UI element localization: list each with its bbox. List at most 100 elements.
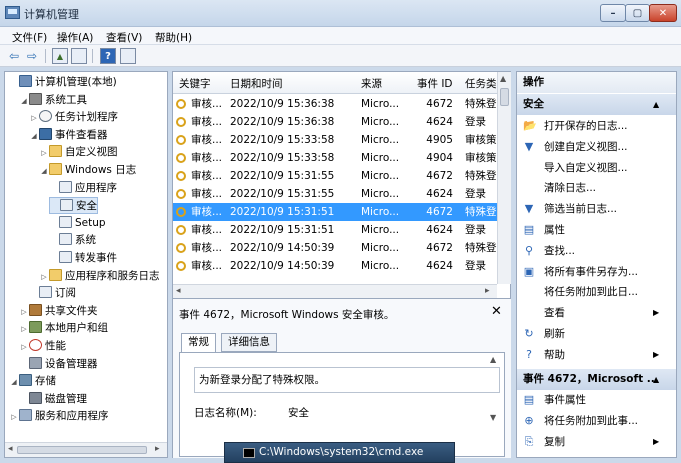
action-item[interactable]: ? 帮助 ▶ (517, 345, 676, 365)
col-datetime[interactable]: 日期和时间 (230, 76, 283, 91)
close-button[interactable]: ✕ (649, 4, 677, 22)
tree-item[interactable]: 转发事件 (49, 250, 117, 267)
tree-item[interactable]: ◢ Windows 日志 (39, 162, 136, 179)
action-item[interactable]: ⊕ 将任务附加到此事... (517, 411, 676, 431)
help-icon[interactable]: ? (100, 48, 116, 64)
action-item[interactable]: ▤ 属性 (517, 220, 676, 240)
table-cell: 特殊登 (465, 170, 497, 182)
menu-view[interactable]: 查看(V) (106, 30, 142, 45)
tree-item[interactable]: Setup (49, 215, 106, 232)
expand-arrow-icon[interactable]: ◢ (19, 93, 29, 110)
action-icon (523, 182, 535, 194)
action-item[interactable]: 📂 打开保存的日志... (517, 116, 676, 136)
expand-arrow-icon[interactable]: ◢ (29, 128, 39, 145)
expand-arrow-icon[interactable]: ▷ (39, 145, 49, 162)
show-hide-tree-icon[interactable] (71, 48, 87, 64)
tree-item[interactable]: ◢ 系统工具 (19, 92, 87, 109)
col-source[interactable]: 来源 (361, 76, 382, 91)
event-list-vertical-scrollbar[interactable]: ▲ (497, 72, 511, 284)
tree-item[interactable]: ▷ 本地用户和组 (19, 320, 108, 337)
tree-item[interactable]: 安全 (49, 197, 98, 215)
expand-arrow-icon[interactable]: ◢ (39, 163, 49, 180)
tree-item[interactable]: 计算机管理(本地) (9, 74, 117, 91)
action-item[interactable]: ▣ 将所有事件另存为... (517, 262, 676, 282)
minimize-button[interactable]: – (600, 4, 626, 22)
cmd-window-taskbar[interactable]: C:\Windows\system32\cmd.exe (224, 442, 455, 463)
scroll-right-icon[interactable]: ▸ (155, 444, 160, 454)
collapse-icon[interactable]: ▲ (653, 94, 659, 115)
action-label: 将任务附加到此日... (544, 286, 639, 299)
table-row[interactable]: 审核... 2022/10/9 15:31:51 Micro... 4624 登录 (173, 221, 497, 239)
action-item[interactable]: ⎘ 复制 ▶ (517, 432, 676, 452)
tree-item[interactable]: ▷ 应用程序和服务日志 (39, 268, 160, 285)
tree-item[interactable]: 应用程序 (49, 180, 117, 197)
left-horizontal-scrollbar[interactable]: ◂ ▸ (5, 442, 167, 457)
actions-section-event[interactable]: 事件 4672，Microsoft ... ▲ (517, 369, 676, 390)
show-hide-action-pane-icon[interactable] (120, 48, 136, 64)
scroll-up-icon[interactable]: ▲ (500, 74, 506, 83)
tree-item[interactable]: 系统 (49, 232, 96, 249)
menu-file[interactable]: 文件(F) (12, 30, 47, 45)
maximize-button[interactable]: ▢ (625, 4, 650, 22)
table-row[interactable]: 审核... 2022/10/9 15:31:51 Micro... 4672 特殊登 (173, 203, 497, 221)
actions-section-security[interactable]: 安全 ▲ (517, 94, 676, 115)
tree-item[interactable]: ▷ 服务和应用程序 (9, 408, 109, 425)
expand-arrow-icon[interactable]: ▷ (9, 409, 19, 426)
table-row[interactable]: 审核... 2022/10/9 15:36:38 Micro... 4672 特殊登 (173, 95, 497, 113)
col-event-id[interactable]: 事件 ID (417, 76, 453, 91)
up-level-icon[interactable]: ▲ (52, 48, 68, 64)
event-scroll-thumb[interactable] (500, 88, 509, 106)
table-row[interactable]: 审核... 2022/10/9 14:50:39 Micro... 4672 特殊登 (173, 239, 497, 257)
action-item[interactable]: 查看 ▶ (517, 303, 676, 323)
expand-arrow-icon[interactable]: ◢ (9, 374, 19, 391)
back-arrow-icon[interactable]: ⇦ (6, 48, 22, 64)
action-item[interactable]: ⚲ 查找... (517, 241, 676, 261)
scroll-left-icon[interactable]: ◂ (8, 444, 13, 454)
tree-item[interactable]: ▷ 共享文件夹 (19, 303, 98, 320)
tree-item[interactable]: 设备管理器 (19, 356, 98, 373)
expand-arrow-icon[interactable]: ▷ (39, 269, 49, 286)
detail-scroll-up-icon[interactable]: ▲ (490, 355, 496, 364)
table-row[interactable]: 审核... 2022/10/9 15:31:55 Micro... 4672 特殊登 (173, 167, 497, 185)
scroll-left-icon[interactable]: ◂ (176, 286, 181, 296)
action-item[interactable]: 导入自定义视图... (517, 158, 676, 178)
table-row[interactable]: 审核... 2022/10/9 15:31:55 Micro... 4624 登录 (173, 185, 497, 203)
table-row[interactable]: 审核... 2022/10/9 15:36:38 Micro... 4624 登录 (173, 113, 497, 131)
scroll-right-icon[interactable]: ▸ (485, 286, 490, 296)
tree-item[interactable]: ▷ 任务计划程序 (29, 109, 118, 126)
tree-item[interactable]: ▷ 自定义视图 (39, 144, 118, 161)
action-item[interactable]: ▼ 创建自定义视图... (517, 137, 676, 157)
action-item[interactable]: ▤ 事件属性 (517, 390, 676, 410)
detail-scroll-down-icon[interactable]: ▼ (490, 413, 496, 422)
tree-item[interactable]: ◢ 存储 (9, 373, 56, 390)
tree-item[interactable]: 磁盘管理 (19, 391, 87, 408)
expand-arrow-icon[interactable]: ▷ (19, 321, 29, 338)
action-item[interactable]: ▼ 筛选当前日志... (517, 199, 676, 219)
tree-item[interactable]: 订阅 (29, 285, 76, 302)
event-list-horizontal-scrollbar[interactable]: ◂ ▸ (173, 284, 497, 298)
table-cell: Micro... (361, 260, 400, 272)
expand-arrow-icon[interactable]: ▷ (29, 110, 39, 127)
left-scroll-thumb[interactable] (17, 446, 147, 454)
expand-arrow-icon[interactable]: ▷ (19, 339, 29, 356)
tree-item[interactable]: ▷ 性能 (19, 338, 66, 355)
action-item[interactable]: 将任务附加到此日... (517, 282, 676, 302)
col-task-category[interactable]: 任务类 (465, 76, 497, 91)
menu-action[interactable]: 操作(A) (57, 30, 93, 45)
tab-general[interactable]: 常规 (181, 333, 216, 353)
table-row[interactable]: 审核... 2022/10/9 14:50:39 Micro... 4624 登录 (173, 257, 497, 275)
tab-details[interactable]: 详细信息 (221, 333, 277, 352)
col-keyword[interactable]: 关键字 (179, 76, 211, 91)
tree-item[interactable]: ◢ 事件查看器 (29, 127, 108, 144)
table-row[interactable]: 审核... 2022/10/9 15:33:58 Micro... 4905 审核策 (173, 131, 497, 149)
menu-help[interactable]: 帮助(H) (155, 30, 192, 45)
action-item[interactable]: ↻ 刷新 (517, 324, 676, 344)
close-detail-icon[interactable]: ✕ (491, 304, 502, 319)
table-cell: 4904 (426, 152, 453, 164)
forward-arrow-icon[interactable]: ⇨ (24, 48, 40, 64)
collapse-icon[interactable]: ▲ (653, 369, 659, 390)
tree-item-label: 系统 (75, 234, 96, 247)
action-item[interactable]: 清除日志... (517, 178, 676, 198)
table-row[interactable]: 审核... 2022/10/9 15:33:58 Micro... 4904 审核策 (173, 149, 497, 167)
expand-arrow-icon[interactable]: ▷ (19, 304, 29, 321)
